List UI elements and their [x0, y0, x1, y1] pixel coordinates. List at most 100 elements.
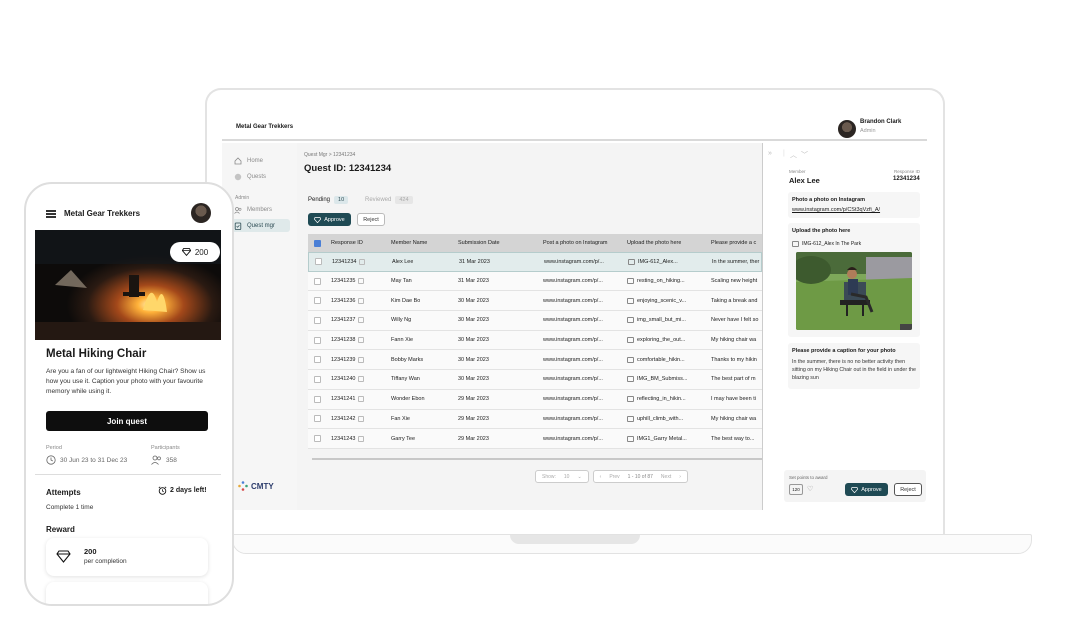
uploaded-photo[interactable] — [796, 252, 912, 330]
cell-text: www.instagram.com/p/... — [543, 337, 603, 344]
row-checkbox[interactable] — [314, 297, 321, 305]
cell-name: Alex Lee — [392, 253, 413, 271]
cell-file: IMG_BM_Submiss... — [627, 370, 687, 389]
row-checkbox[interactable] — [314, 356, 321, 364]
reward-value: 200 — [84, 547, 97, 556]
sidebar-item-home[interactable]: Home — [230, 154, 290, 167]
response-id: 12341234 — [893, 176, 920, 182]
page-size-select[interactable]: Show: 10 ⌄ — [535, 470, 589, 483]
home-icon — [234, 156, 242, 165]
cell-name: Wonder Ebon — [391, 390, 425, 409]
join-quest-button[interactable]: Join quest — [46, 411, 208, 431]
cell-name: Fan Xie — [391, 410, 410, 429]
column-header[interactable]: Submission Date — [458, 234, 500, 252]
reject-button[interactable]: Reject — [894, 483, 922, 496]
cell-text: My hiking chair wa — [711, 337, 757, 344]
row-checkbox[interactable] — [315, 258, 322, 266]
copy-icon[interactable] — [358, 396, 365, 403]
user-avatar[interactable] — [838, 120, 856, 138]
points-value: 200 — [194, 247, 209, 257]
table-row[interactable]: 12341238 Fann Xie 30 Mar 2023 www.instagram… — [308, 330, 762, 351]
caption-text: In the summer, there is no no better act… — [792, 359, 916, 381]
table-row[interactable]: 12341241 Wonder Ebon 29 Mar 2023 www.instag… — [308, 389, 762, 410]
cell-text: 12341242 — [331, 415, 356, 422]
cell-text: comfortable_hikin... — [637, 356, 685, 363]
chevron-up-icon[interactable]: ︿ — [790, 150, 797, 160]
cell-text: www.instagram.com/p/... — [543, 415, 603, 422]
sidebar-item-members[interactable]: Members — [230, 203, 290, 216]
next-button[interactable]: Next — [661, 474, 671, 480]
table-row[interactable]: 12341236 Kim Dae Bo 30 Mar 2023 www.instagr… — [308, 291, 762, 312]
quest-description: Are you a fan of our lightweight Hiking … — [46, 368, 206, 395]
chevron-down-icon[interactable]: ﹀ — [801, 150, 808, 160]
horizontal-scrollbar[interactable] — [312, 458, 762, 460]
column-header[interactable]: Please provide a c — [711, 234, 762, 252]
image-file-icon — [627, 278, 634, 285]
sidebar-item-quests[interactable]: Quests — [230, 170, 290, 183]
column-header[interactable]: Post a photo on Instagram — [543, 234, 608, 252]
table-row[interactable]: 12341239 Bobby Marks 30 Mar 2023 www.instag… — [308, 350, 762, 371]
cell-text: 30 Mar 2023 — [458, 337, 489, 344]
points-input[interactable]: 120 — [789, 484, 803, 495]
table-row[interactable]: 12341243 Garry Tee 29 Mar 2023 www.instagra… — [308, 429, 762, 449]
row-checkbox[interactable] — [314, 375, 321, 383]
approve-button[interactable]: Approve — [845, 483, 888, 496]
prev-button[interactable]: Prev — [609, 474, 619, 480]
admin-screen: Metal Gear Trekkers Brandon Clark Admin … — [222, 110, 927, 510]
member-name: Alex Lee — [789, 176, 820, 185]
cell-text: Willy Ng — [391, 317, 412, 324]
table-row[interactable]: 12341237 Willy Ng 30 Mar 2023 www.instagram… — [308, 311, 762, 331]
tab-reviewed[interactable]: Reviewed 424 — [365, 194, 413, 206]
table-header: Response ID Member Name Submission Date … — [308, 234, 762, 252]
row-checkbox[interactable] — [314, 316, 321, 324]
instagram-link[interactable]: www.instagram.com/p/CSt3qVzfi_A/ — [792, 207, 880, 213]
copy-icon[interactable] — [358, 278, 365, 285]
diamond-icon — [56, 550, 71, 563]
cell-name: Tiffany Wan — [391, 370, 420, 389]
divider: | — [783, 150, 785, 157]
copy-icon[interactable] — [358, 435, 365, 442]
sidebar-item-quest-mgr[interactable]: Quest mgr — [230, 219, 290, 232]
copy-icon[interactable] — [358, 376, 365, 383]
chevron-left-icon[interactable]: ‹ — [600, 474, 602, 480]
cell-caption: Taking a break and — [711, 291, 762, 310]
row-checkbox[interactable] — [314, 277, 321, 285]
cmty-logo-icon — [238, 481, 248, 491]
bulk-reject-button[interactable]: Reject — [357, 213, 385, 226]
collapse-panel-icon[interactable]: » — [768, 150, 772, 157]
cell-file: img_small_but_mi... — [627, 311, 686, 330]
row-checkbox[interactable] — [314, 395, 321, 403]
table-row[interactable]: 12341240 Tiffany Wan 30 Mar 2023 www.instag… — [308, 370, 762, 390]
copy-icon[interactable] — [358, 297, 365, 304]
copy-icon[interactable] — [359, 258, 366, 265]
row-checkbox[interactable] — [314, 336, 321, 344]
user-avatar[interactable] — [191, 203, 211, 223]
copy-icon[interactable] — [358, 356, 365, 363]
copy-icon[interactable] — [358, 317, 365, 324]
copy-icon[interactable] — [358, 337, 365, 344]
cell-id: 12341238 — [331, 331, 365, 350]
row-checkbox[interactable] — [314, 415, 321, 423]
row-checkbox[interactable] — [314, 435, 321, 443]
copy-icon[interactable] — [358, 415, 365, 422]
user-role: Admin — [860, 128, 876, 134]
hamburger-menu-icon[interactable] — [46, 210, 56, 218]
cell-ig: www.instagram.com/p/... — [544, 253, 604, 271]
table-row[interactable]: 12341242 Fan Xie 29 Mar 2023 www.instagram.… — [308, 409, 762, 430]
tab-pending[interactable]: Pending 10 — [308, 194, 349, 206]
column-header[interactable]: Member Name — [391, 234, 427, 252]
table-row[interactable]: 12341234 Alex Lee 31 Mar 2023 www.instagram… — [308, 252, 762, 272]
table-row[interactable]: 12341235 May Tan 31 Mar 2023 www.instagram.… — [308, 271, 762, 292]
cell-date: 30 Mar 2023 — [458, 311, 489, 330]
column-header[interactable]: Response ID — [331, 234, 363, 252]
select-all-checkbox[interactable] — [314, 239, 321, 247]
cell-text: 12341234 — [332, 258, 357, 265]
column-header[interactable]: Upload the photo here — [627, 234, 681, 252]
image-file-icon — [627, 297, 634, 304]
quests-icon — [234, 173, 242, 181]
bulk-approve-button[interactable]: Approve — [308, 213, 351, 226]
chevron-right-icon[interactable]: › — [679, 474, 681, 480]
participants-value: 358 — [166, 456, 177, 464]
cell-file: uphill_climb_with... — [627, 410, 683, 429]
file-name-row[interactable]: IMG-612_Alex In The Park — [792, 241, 861, 247]
